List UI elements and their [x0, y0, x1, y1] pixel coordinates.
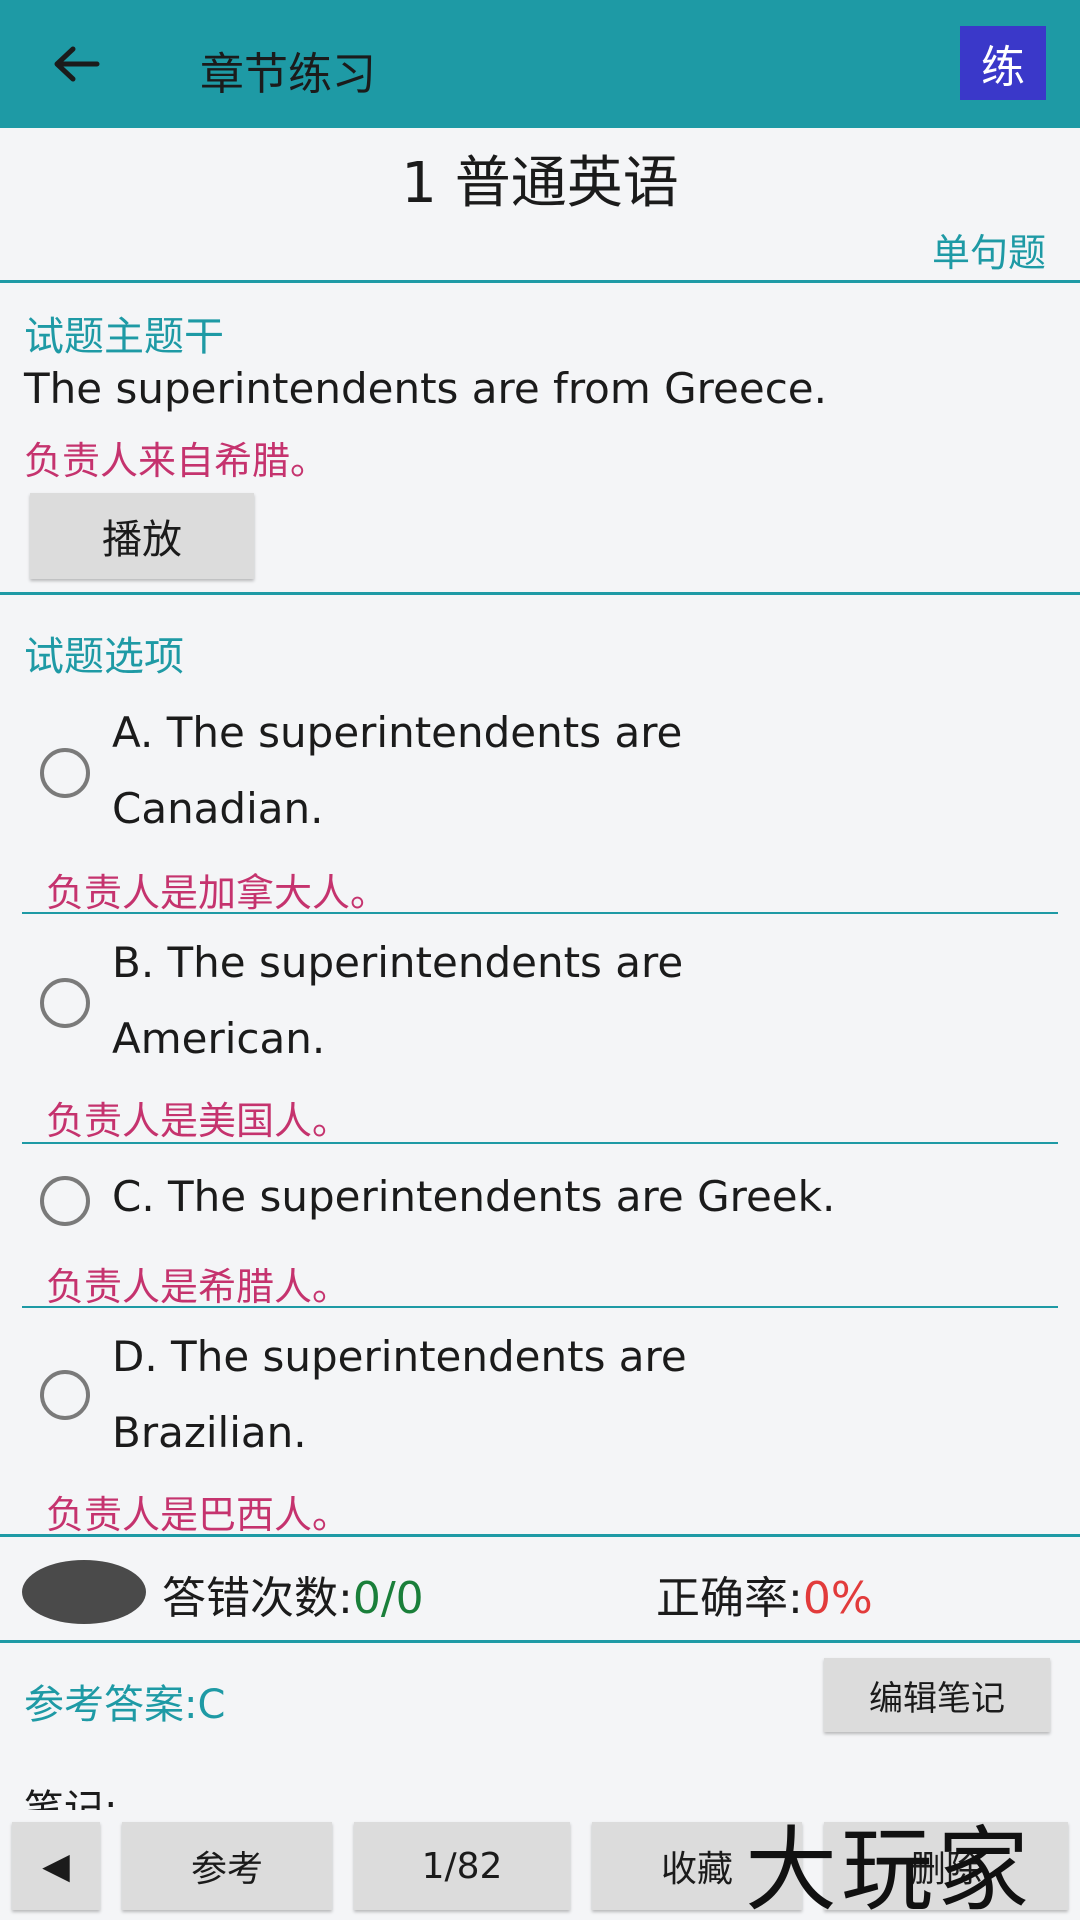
- divider: [0, 1534, 1080, 1537]
- stem-section-label: 试题主题干: [24, 314, 224, 360]
- option-d[interactable]: D. The superintendents are Brazilian. 负责…: [0, 1318, 1080, 1538]
- radio-button[interactable]: [40, 1370, 90, 1420]
- answer-toggle[interactable]: [22, 1560, 146, 1624]
- divider: [0, 280, 1080, 283]
- accuracy-value: 0%: [802, 1573, 873, 1624]
- back-button[interactable]: [40, 34, 112, 94]
- stem-chinese-translation: 负责人来自希腊。: [24, 439, 329, 483]
- option-d-text-line2: Brazilian.: [112, 1408, 307, 1457]
- question-type-label: 单句题: [931, 231, 1046, 275]
- stem-english-text: The superintendents are from Greece.: [24, 364, 827, 413]
- divider: [0, 592, 1080, 595]
- wrong-count-stat: 答错次数:0/0: [162, 1562, 424, 1626]
- option-divider: [22, 1306, 1058, 1308]
- option-b[interactable]: B. The superintendents are American. 负责人…: [0, 924, 1080, 1144]
- app-bar: 章节练习 练: [0, 0, 1080, 128]
- options-section-label: 试题选项: [24, 634, 184, 680]
- watermark-logo: 大玩家: [745, 1817, 1034, 1920]
- page-indicator[interactable]: 1/82: [354, 1822, 570, 1910]
- option-d-translation: 负责人是巴西人。: [46, 1493, 351, 1537]
- radio-button[interactable]: [40, 748, 90, 798]
- option-a-text-line1: A. The superintendents are: [112, 708, 683, 757]
- triangle-left-icon: ◀: [42, 1845, 70, 1887]
- app-bar-title: 章节练习: [200, 49, 376, 100]
- edit-note-button[interactable]: 编辑笔记: [824, 1658, 1050, 1732]
- option-a-text-line2: Canadian.: [112, 784, 324, 833]
- chapter-title: 1 普通英语: [401, 151, 679, 216]
- accuracy-stat: 正确率:0%: [656, 1562, 873, 1626]
- option-b-text-line2: American.: [112, 1014, 326, 1063]
- accuracy-label: 正确率:: [656, 1573, 803, 1624]
- arrow-left-icon: [54, 46, 100, 82]
- practice-mode-badge[interactable]: 练: [960, 26, 1046, 100]
- divider: [0, 1640, 1080, 1643]
- notes-label: 笔记:: [24, 1787, 118, 1810]
- option-d-text-line1: D. The superintendents are: [112, 1332, 687, 1381]
- option-divider: [22, 912, 1058, 914]
- previous-button[interactable]: ◀: [12, 1822, 100, 1910]
- wrong-count-label: 答错次数:: [162, 1573, 353, 1624]
- reference-answer: 参考答案:C: [24, 1682, 226, 1728]
- option-b-translation: 负责人是美国人。: [46, 1099, 351, 1143]
- option-a[interactable]: A. The superintendents are Canadian. 负责人…: [0, 694, 1080, 915]
- option-a-translation: 负责人是加拿大人。: [46, 871, 389, 915]
- option-c[interactable]: C. The superintendents are Greek. 负责人是希腊…: [0, 1158, 1080, 1309]
- option-divider: [22, 1142, 1058, 1144]
- wrong-count-value: 0/0: [352, 1573, 424, 1624]
- play-audio-button[interactable]: 播放: [30, 493, 254, 579]
- option-c-text: C. The superintendents are Greek.: [112, 1172, 836, 1221]
- option-b-text-line1: B. The superintendents are: [112, 938, 684, 987]
- option-c-translation: 负责人是希腊人。: [46, 1265, 351, 1309]
- reference-button[interactable]: 参考: [122, 1822, 332, 1910]
- radio-button[interactable]: [40, 978, 90, 1028]
- radio-button[interactable]: [40, 1176, 90, 1226]
